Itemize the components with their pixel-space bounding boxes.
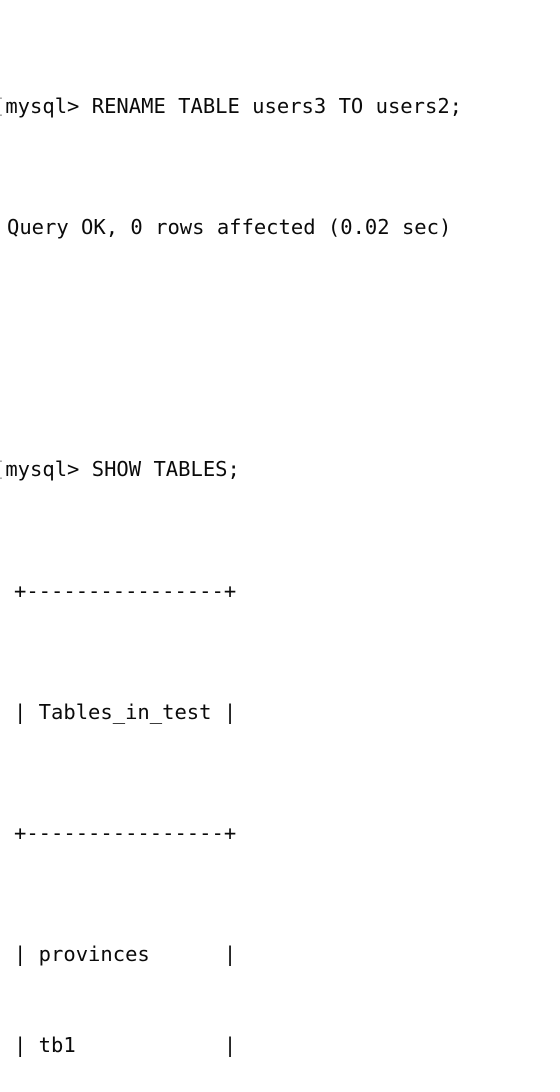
table-row: | provinces | xyxy=(14,942,237,967)
command-line-rename: [mysql> RENAME TABLE users3 TO users2; xyxy=(0,91,560,121)
command-text-show-tables: mysql> SHOW TABLES; xyxy=(5,457,240,482)
output-line-query-ok: Query OK, 0 rows affected (0.02 sec) xyxy=(7,215,452,240)
terminal-output[interactable]: [mysql> RENAME TABLE users3 TO users2; Q… xyxy=(0,0,560,1057)
table-header-row: | Tables_in_test | xyxy=(14,699,237,724)
command-text-rename: mysql> RENAME TABLE users3 TO users2; xyxy=(5,93,462,118)
table-row: | tb1 | xyxy=(14,1033,237,1058)
command-line-show-tables: [mysql> SHOW TABLES; xyxy=(0,454,560,484)
table-separator-top: +----------------+ xyxy=(14,578,237,603)
table-separator-header: +----------------+ xyxy=(14,821,237,846)
